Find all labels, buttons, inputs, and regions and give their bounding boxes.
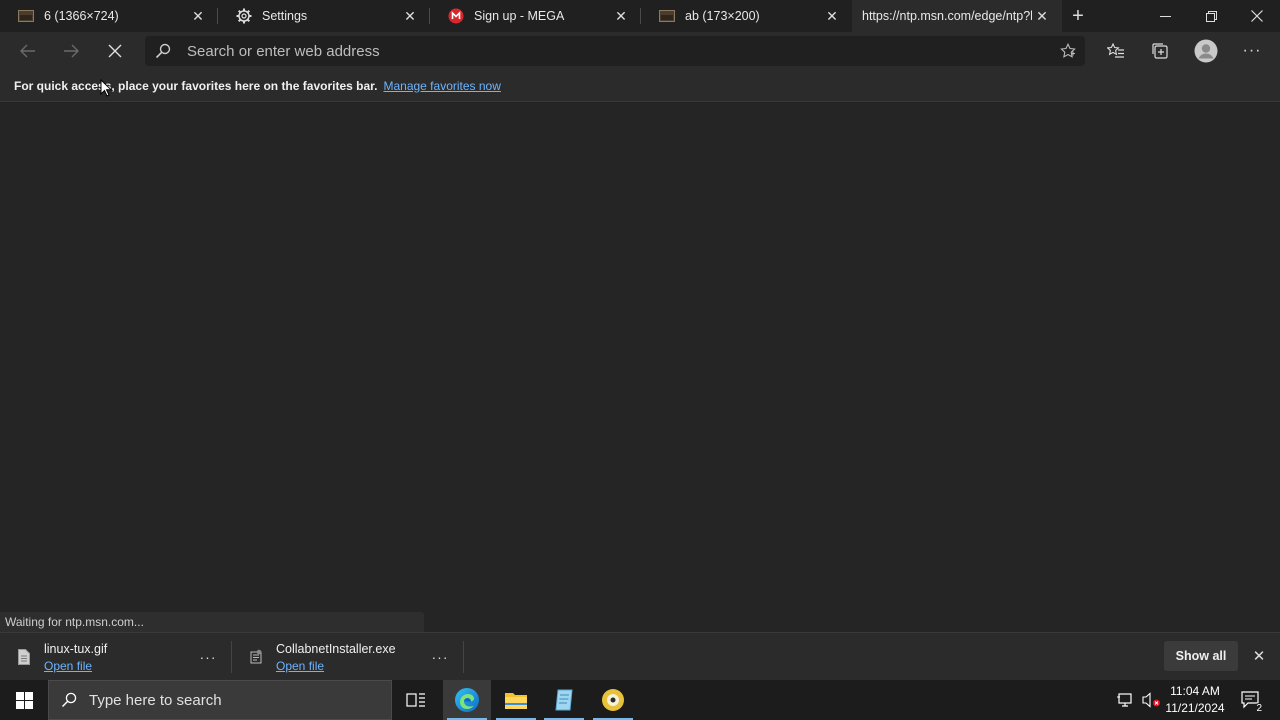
volume-muted-icon[interactable] xyxy=(1140,680,1162,720)
tab-title: https://ntp.msn.com/edge/ntp?l xyxy=(862,9,1032,23)
favorites-bar: For quick access, place your favorites h… xyxy=(0,70,1280,102)
tab-title: 6 (1366×724) xyxy=(44,9,119,23)
taskbar-file-explorer-app[interactable] xyxy=(492,680,540,720)
tab-msn-active[interactable]: https://ntp.msn.com/edge/ntp?l ✕ xyxy=(852,0,1062,32)
close-tab-icon[interactable]: ✕ xyxy=(611,6,631,26)
clock-time: 11:04 AM xyxy=(1170,684,1220,698)
clock-date: 11/21/2024 xyxy=(1165,701,1225,715)
installer-icon xyxy=(248,647,264,667)
mega-logo-icon xyxy=(448,8,464,24)
collections-button[interactable] xyxy=(1144,35,1176,67)
tab-strip: 6 (1366×724) ✕ Settings ✕ Sign up - MEGA… xyxy=(0,0,1280,32)
download-more-button[interactable]: ··· xyxy=(196,647,220,667)
show-all-downloads-button[interactable]: Show all xyxy=(1164,641,1238,671)
network-icon[interactable] xyxy=(1114,680,1138,720)
status-bar: Waiting for ntp.msn.com... xyxy=(0,612,424,632)
search-icon xyxy=(49,692,89,708)
action-center-button[interactable]: 2 xyxy=(1236,680,1266,720)
windows-start-button[interactable] xyxy=(0,680,48,720)
taskbar: Type here to search 11:04 AM 11/21/2024 xyxy=(0,680,1280,720)
forward-button[interactable] xyxy=(55,35,87,67)
download-item[interactable]: linux-tux.gif Open file ··· xyxy=(0,633,232,681)
browser-toolbar: ··· xyxy=(0,32,1280,70)
tab-image-6[interactable]: 6 (1366×724) ✕ xyxy=(0,0,218,32)
task-view-button[interactable] xyxy=(392,680,440,720)
notification-count-badge: 2 xyxy=(1254,703,1264,714)
open-file-link[interactable]: Open file xyxy=(44,659,107,673)
tab-settings[interactable]: Settings ✕ xyxy=(218,0,430,32)
close-tab-icon[interactable]: ✕ xyxy=(822,6,842,26)
file-icon xyxy=(16,647,32,667)
add-favorite-star-icon[interactable] xyxy=(1051,43,1085,59)
download-item[interactable]: CollabnetInstaller.exe Open file ··· xyxy=(232,633,464,681)
download-divider xyxy=(463,641,464,673)
close-download-bar-icon[interactable]: ✕ xyxy=(1248,645,1270,667)
back-button[interactable] xyxy=(12,35,44,67)
restore-button[interactable] xyxy=(1188,0,1234,32)
image-thumbnail-icon xyxy=(659,8,675,24)
download-filename: linux-tux.gif xyxy=(44,641,108,656)
page-content xyxy=(0,103,1280,632)
download-filename: CollabnetInstaller.exe xyxy=(276,641,396,656)
download-more-button[interactable]: ··· xyxy=(428,647,452,667)
tab-title: ab (173×200) xyxy=(685,9,760,23)
taskbar-notes-app[interactable] xyxy=(540,680,588,720)
tab-title: Settings xyxy=(262,9,308,23)
settings-more-button[interactable]: ··· xyxy=(1236,35,1268,67)
gear-icon xyxy=(236,8,252,24)
taskbar-edge-app[interactable] xyxy=(443,680,491,720)
tab-title: Sign up - MEGA xyxy=(474,9,565,23)
taskbar-search-box[interactable]: Type here to search xyxy=(48,680,392,720)
favorites-button[interactable] xyxy=(1100,35,1132,67)
taskbar-media-app[interactable] xyxy=(589,680,637,720)
open-file-link[interactable]: Open file xyxy=(276,659,396,673)
close-tab-icon[interactable]: ✕ xyxy=(188,6,208,26)
favorites-bar-message: For quick access, place your favorites h… xyxy=(14,78,378,93)
address-input[interactable] xyxy=(181,42,1051,60)
close-tab-icon[interactable]: ✕ xyxy=(400,6,420,26)
download-bar: linux-tux.gif Open file ··· CollabnetIns… xyxy=(0,632,1280,680)
taskbar-search-placeholder: Type here to search xyxy=(89,691,222,709)
profile-avatar[interactable] xyxy=(1190,35,1222,67)
taskbar-clock[interactable]: 11:04 AM 11/21/2024 xyxy=(1160,683,1230,717)
close-tab-icon[interactable]: ✕ xyxy=(1032,6,1052,26)
image-thumbnail-icon xyxy=(18,8,34,24)
mouse-cursor-icon xyxy=(100,78,113,102)
stop-loading-button[interactable] xyxy=(99,35,131,67)
minimize-button[interactable] xyxy=(1142,0,1188,32)
tab-mega-signup[interactable]: Sign up - MEGA ✕ xyxy=(430,0,641,32)
new-tab-button[interactable]: + xyxy=(1066,4,1090,28)
close-window-button[interactable] xyxy=(1234,0,1280,32)
search-icon xyxy=(145,43,181,59)
manage-favorites-link[interactable]: Manage favorites now xyxy=(383,79,500,93)
tab-image-ab[interactable]: ab (173×200) ✕ xyxy=(641,0,852,32)
address-bar[interactable] xyxy=(145,36,1085,66)
